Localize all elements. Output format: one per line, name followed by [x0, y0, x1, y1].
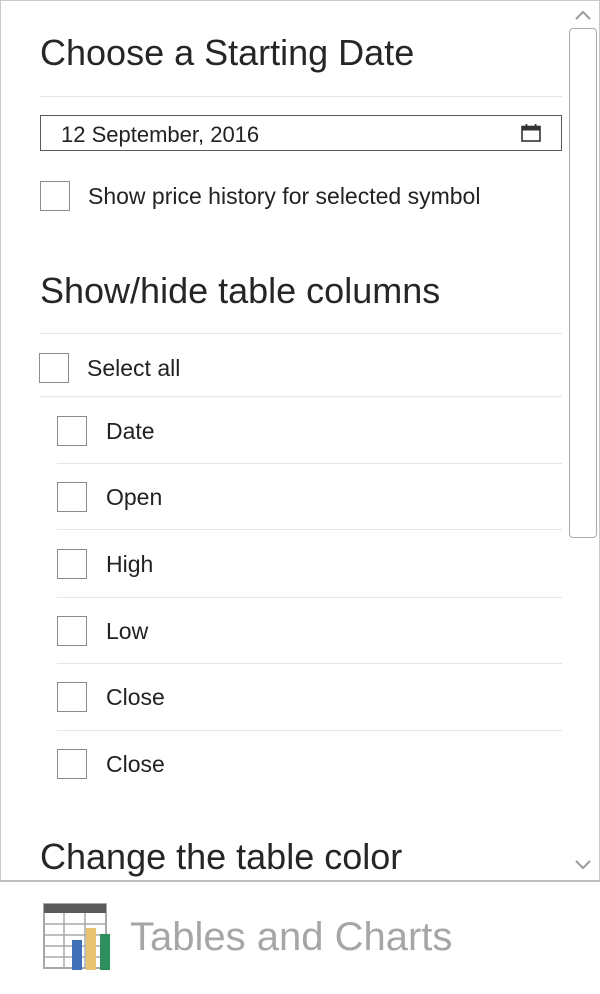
footer: Tables and Charts — [0, 882, 600, 994]
column-open-checkbox[interactable] — [57, 482, 87, 512]
divider — [40, 96, 562, 97]
column-high-label: High — [106, 551, 154, 577]
table-color-heading: Change the table color — [40, 836, 403, 877]
settings-panel: Choose a Starting Date 12 September, 201… — [0, 0, 600, 880]
price-history-label: Show price history for selected symbol — [88, 183, 481, 209]
divider — [57, 597, 562, 598]
column-high-checkbox[interactable] — [57, 549, 87, 579]
divider — [57, 529, 562, 530]
divider — [57, 730, 562, 731]
starting-date-heading: Choose a Starting Date — [40, 32, 415, 73]
scroll-down-icon[interactable] — [573, 858, 593, 872]
scroll-up-icon[interactable] — [573, 8, 593, 22]
column-date-checkbox[interactable] — [57, 416, 87, 446]
column-close-checkbox[interactable] — [57, 682, 87, 712]
column-open-label: Open — [106, 484, 163, 510]
column-low-checkbox[interactable] — [57, 616, 87, 646]
scrollbar-thumb[interactable] — [569, 28, 597, 538]
price-history-checkbox[interactable] — [40, 181, 70, 211]
divider — [57, 663, 562, 664]
footer-title: Tables and Charts — [130, 915, 453, 959]
select-all-label: Select all — [87, 355, 181, 381]
table-chart-icon — [43, 903, 110, 970]
date-value: 12 September, 2016 — [61, 122, 260, 147]
date-picker-field[interactable]: 12 September, 2016 — [40, 115, 562, 151]
divider — [40, 333, 562, 334]
column-close-checkbox-2[interactable] — [57, 749, 87, 779]
divider — [57, 463, 562, 464]
table-columns-heading: Show/hide table columns — [40, 270, 441, 311]
column-low-label: Low — [106, 618, 149, 644]
column-close-label-2: Close — [106, 751, 165, 777]
column-date-label: Date — [106, 418, 155, 444]
divider — [40, 396, 562, 397]
column-close-label: Close — [106, 684, 165, 710]
calendar-icon[interactable] — [521, 124, 541, 142]
select-all-checkbox[interactable] — [39, 353, 69, 383]
